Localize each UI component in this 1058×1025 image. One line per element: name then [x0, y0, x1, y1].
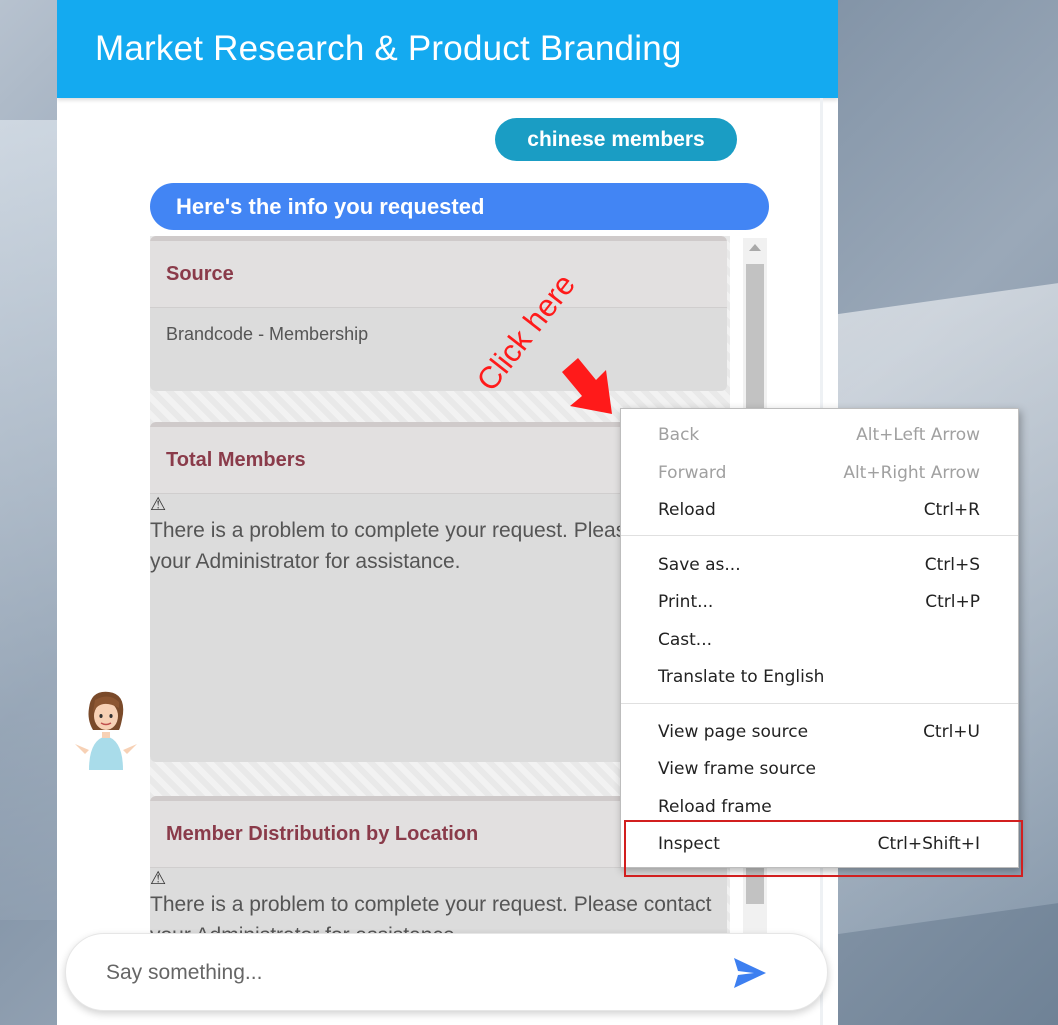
menu-item-shortcut: Ctrl+R	[923, 499, 980, 520]
menu-item-shortcut: Ctrl+U	[923, 721, 980, 742]
menu-item-label: Back	[658, 424, 700, 445]
menu-item-shortcut: Ctrl+S	[924, 554, 980, 575]
menu-item-label: View page source	[658, 721, 809, 742]
context-menu: Back Alt+Left Arrow Forward Alt+Right Ar…	[620, 408, 1019, 868]
user-message-chip[interactable]: chinese members	[495, 118, 737, 161]
menu-item-label: Reload frame	[658, 796, 772, 817]
menu-item-label: Save as...	[658, 554, 741, 575]
menu-item-label: Print...	[658, 591, 714, 612]
card-title: Member Distribution by Location	[166, 822, 479, 845]
scroll-up-arrow-icon[interactable]	[749, 244, 761, 251]
message-input-bar	[65, 933, 828, 1011]
menu-separator	[621, 535, 1018, 536]
assistant-avatar	[75, 691, 137, 770]
card-title: Source	[166, 262, 234, 285]
chat-header: Market Research & Product Branding	[57, 0, 838, 98]
card-header: Source	[150, 241, 727, 308]
menu-item-label: Translate to English	[658, 666, 825, 687]
warning-icon: ⚠	[150, 868, 167, 888]
menu-item-view-frame-source[interactable]: View frame source	[621, 750, 1018, 787]
background-paper-left	[0, 120, 60, 920]
menu-item-reload[interactable]: Reload Ctrl+R	[621, 491, 1018, 528]
menu-item-save-as[interactable]: Save as... Ctrl+S	[621, 546, 1018, 583]
menu-item-shortcut: Alt+Right Arrow	[843, 462, 980, 483]
warning-icon: ⚠	[150, 494, 167, 514]
message-input[interactable]	[106, 954, 706, 992]
menu-item-label: Forward	[658, 462, 727, 483]
menu-item-print[interactable]: Print... Ctrl+P	[621, 583, 1018, 620]
card-title: Total Members	[166, 448, 306, 471]
annotation-arrow-icon	[562, 358, 612, 414]
menu-item-view-page-source[interactable]: View page source Ctrl+U	[621, 713, 1018, 750]
menu-item-forward[interactable]: Forward Alt+Right Arrow	[621, 454, 1018, 491]
menu-item-label: Cast...	[658, 629, 713, 650]
bot-message-bubble: Here's the info you requested	[150, 183, 769, 230]
card-body: Brandcode - Membership	[166, 324, 369, 344]
chat-title: Market Research & Product Branding	[95, 29, 682, 68]
error-message: There is a problem to complete your requ…	[150, 893, 712, 936]
menu-item-shortcut: Ctrl+P	[925, 591, 980, 612]
menu-item-shortcut: Alt+Left Arrow	[856, 424, 980, 445]
menu-item-back[interactable]: Back Alt+Left Arrow	[621, 416, 1018, 453]
send-icon[interactable]	[730, 954, 770, 992]
menu-separator	[621, 703, 1018, 704]
menu-item-label: Reload	[658, 499, 716, 520]
menu-item-label: View frame source	[658, 758, 817, 779]
menu-item-translate[interactable]: Translate to English	[621, 658, 1018, 695]
card-body: ⚠ There is a problem to complete your re…	[150, 868, 727, 936]
inspect-highlight-box	[624, 820, 1023, 877]
card-source: Source Brandcode - Membership	[150, 236, 727, 391]
menu-item-cast[interactable]: Cast...	[621, 621, 1018, 658]
